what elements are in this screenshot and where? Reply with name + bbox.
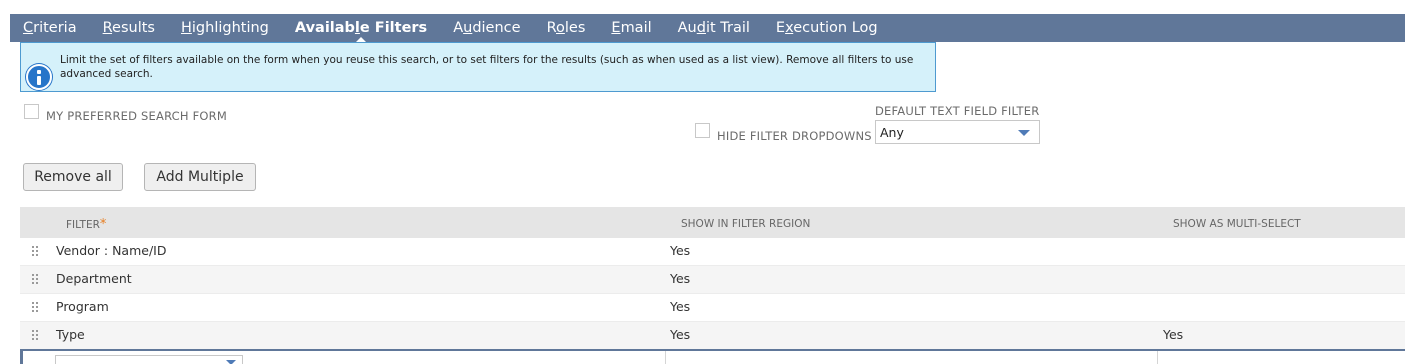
header-show-in-filter-region: SHOW IN FILTER REGION (681, 218, 811, 230)
header-filter: FILTER* (66, 217, 107, 232)
filter-cell: Type (56, 327, 85, 342)
drag-handle-icon[interactable] (32, 302, 39, 314)
filters-grid-header: FILTER* SHOW IN FILTER REGION SHOW AS MU… (20, 207, 1405, 238)
table-row[interactable]: Type Yes Yes (20, 322, 1405, 350)
tab-available-filters[interactable]: Available Filters (295, 14, 427, 43)
show-in-region-cell: Yes (670, 327, 691, 342)
filter-cell: Vendor : Name/ID (56, 243, 167, 258)
new-filter-select[interactable] (55, 355, 243, 364)
add-multiple-button[interactable]: Add Multiple (144, 163, 256, 191)
info-icon (26, 64, 52, 90)
info-message: Limit the set of filters available on th… (60, 54, 914, 80)
drag-handle-icon[interactable] (32, 274, 39, 286)
table-row[interactable]: Vendor : Name/ID Yes (20, 238, 1405, 266)
preferred-search-form-label: MY PREFERRED SEARCH FORM (46, 109, 227, 123)
drag-handle-icon[interactable] (32, 246, 39, 258)
table-row[interactable]: Program Yes (20, 294, 1405, 322)
chevron-down-icon (226, 360, 236, 364)
tab-highlighting[interactable]: Highlighting (181, 14, 269, 42)
show-in-region-cell: Yes (670, 299, 691, 314)
show-in-region-cell: Yes (670, 271, 691, 286)
chevron-down-icon (1018, 130, 1030, 136)
header-show-as-multi-select: SHOW AS MULTI-SELECT (1173, 218, 1301, 230)
tab-audience[interactable]: Audience (453, 14, 520, 42)
tab-roles[interactable]: Roles (547, 14, 586, 42)
default-text-filter-label: DEFAULT TEXT FIELD FILTER (875, 104, 1040, 118)
required-marker: * (99, 217, 107, 232)
hide-filter-dropdowns-label: HIDE FILTER DROPDOWNS (717, 129, 872, 143)
default-text-filter-value: Any (880, 125, 904, 140)
drag-handle-icon[interactable] (32, 330, 39, 342)
filter-cell: Program (56, 299, 109, 314)
filter-cell: Department (56, 271, 132, 286)
saved-search-page: Criteria Results Highlighting Available … (0, 0, 1405, 364)
tab-execution-log[interactable]: Execution Log (776, 14, 878, 42)
show-in-region-cell: Yes (670, 243, 691, 258)
multi-select-cell: Yes (1163, 327, 1184, 342)
tab-email[interactable]: Email (611, 14, 651, 42)
preferred-search-form-checkbox[interactable] (24, 104, 39, 119)
info-banner: Limit the set of filters available on th… (20, 42, 936, 92)
table-row[interactable]: Department Yes (20, 266, 1405, 294)
tab-results[interactable]: Results (103, 14, 155, 42)
tab-criteria[interactable]: Criteria (23, 14, 77, 42)
remove-all-button[interactable]: Remove all (23, 163, 123, 191)
new-filter-row[interactable] (20, 349, 1405, 364)
tab-audit-trail[interactable]: Audit Trail (678, 14, 750, 42)
hide-filter-dropdowns-checkbox[interactable] (695, 123, 710, 138)
subtab-bar: Criteria Results Highlighting Available … (10, 14, 1405, 43)
default-text-filter-select[interactable]: Any (875, 120, 1040, 144)
